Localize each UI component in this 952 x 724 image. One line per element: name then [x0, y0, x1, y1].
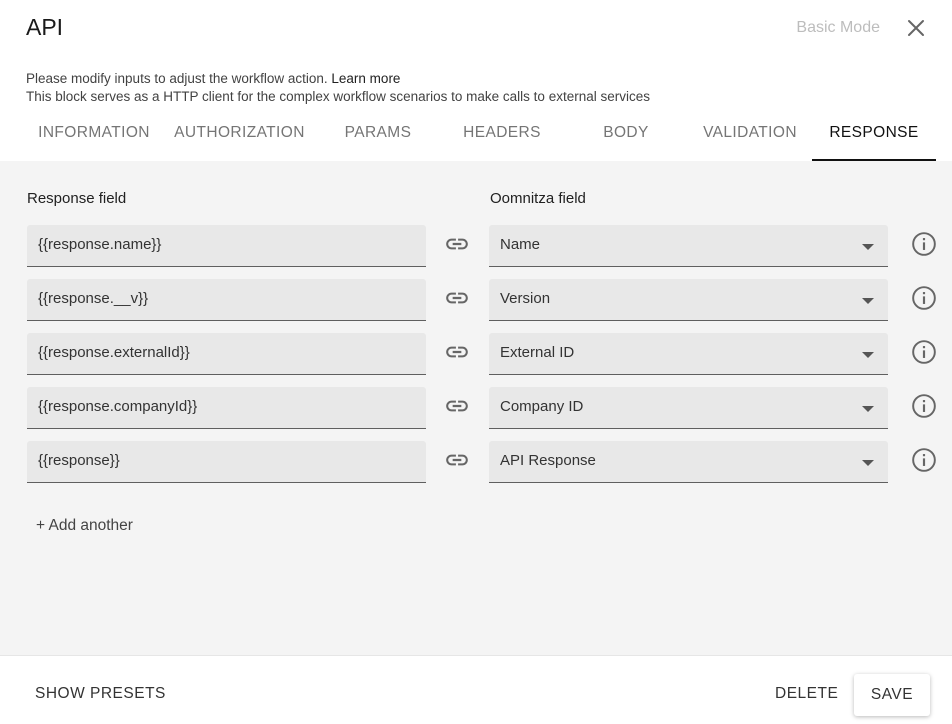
- dropdown-arrow-icon: [862, 460, 874, 466]
- link-icon: [444, 285, 470, 311]
- tab-params[interactable]: PARAMS: [319, 113, 437, 161]
- tab-information[interactable]: INFORMATION: [28, 113, 160, 161]
- oomnitza-field-label: Oomnitza field: [490, 190, 586, 207]
- tab-body[interactable]: BODY: [567, 113, 685, 161]
- link-icon: [444, 447, 470, 473]
- response-field-input[interactable]: {{response}}: [27, 441, 426, 483]
- dropdown-arrow-icon: [862, 352, 874, 358]
- info-icon[interactable]: [911, 231, 937, 257]
- oomnitza-field-value: Version: [500, 290, 551, 307]
- link-icon: [444, 339, 470, 365]
- dropdown-arrow-icon: [862, 244, 874, 250]
- dialog-footer: SHOW PRESETS DELETE SAVE: [0, 655, 952, 724]
- oomnitza-field-select[interactable]: Company ID: [489, 387, 888, 429]
- tab-validation[interactable]: VALIDATION: [691, 113, 809, 161]
- delete-button[interactable]: DELETE: [775, 685, 838, 703]
- learn-more-link[interactable]: Learn more: [331, 71, 400, 86]
- oomnitza-field-value: Name: [500, 236, 541, 253]
- add-another-button[interactable]: + Add another: [36, 517, 133, 535]
- response-field-input[interactable]: {{response.externalId}}: [27, 333, 426, 375]
- response-field-value: {{response.externalId}}: [38, 344, 190, 361]
- link-icon: [444, 231, 470, 257]
- oomnitza-field-select[interactable]: API Response: [489, 441, 888, 483]
- dialog-header: API Basic Mode Please modify inputs to a…: [0, 0, 952, 161]
- dialog-title: API: [26, 14, 64, 40]
- tab-bar: INFORMATION AUTHORIZATION PARAMS HEADERS…: [0, 113, 952, 161]
- response-field-input[interactable]: {{response.__v}}: [27, 279, 426, 321]
- close-icon[interactable]: [906, 18, 926, 38]
- response-field-input[interactable]: {{response.companyId}}: [27, 387, 426, 429]
- tab-headers[interactable]: HEADERS: [443, 113, 561, 161]
- response-field-value: {{response.companyId}}: [38, 398, 198, 415]
- tab-authorization[interactable]: AUTHORIZATION: [166, 113, 313, 161]
- dropdown-arrow-icon: [862, 298, 874, 304]
- info-icon[interactable]: [911, 339, 937, 365]
- basic-mode-toggle[interactable]: Basic Mode: [796, 19, 880, 37]
- oomnitza-field-select[interactable]: Name: [489, 225, 888, 267]
- info-icon[interactable]: [911, 285, 937, 311]
- show-presets-button[interactable]: SHOW PRESETS: [35, 685, 166, 703]
- response-field-value: {{response}}: [38, 452, 120, 469]
- description-line-2: This block serves as a HTTP client for t…: [26, 89, 650, 104]
- oomnitza-field-value: External ID: [500, 344, 575, 361]
- description-text: Please modify inputs to adjust the workf…: [26, 71, 332, 86]
- link-icon: [444, 393, 470, 419]
- save-button[interactable]: SAVE: [854, 674, 930, 716]
- info-icon[interactable]: [911, 447, 937, 473]
- response-field-label: Response field: [27, 190, 127, 207]
- response-mapping-panel: Response field Oomnitza field {{response…: [0, 161, 952, 655]
- response-field-value: {{response.__v}}: [38, 290, 149, 307]
- oomnitza-field-value: API Response: [500, 452, 596, 469]
- response-field-value: {{response.name}}: [38, 236, 162, 253]
- response-field-input[interactable]: {{response.name}}: [27, 225, 426, 267]
- oomnitza-field-value: Company ID: [500, 398, 584, 415]
- oomnitza-field-select[interactable]: Version: [489, 279, 888, 321]
- description-line-1: Please modify inputs to adjust the workf…: [26, 71, 400, 86]
- dropdown-arrow-icon: [862, 406, 874, 412]
- info-icon[interactable]: [911, 393, 937, 419]
- oomnitza-field-select[interactable]: External ID: [489, 333, 888, 375]
- tab-response[interactable]: RESPONSE: [812, 113, 936, 161]
